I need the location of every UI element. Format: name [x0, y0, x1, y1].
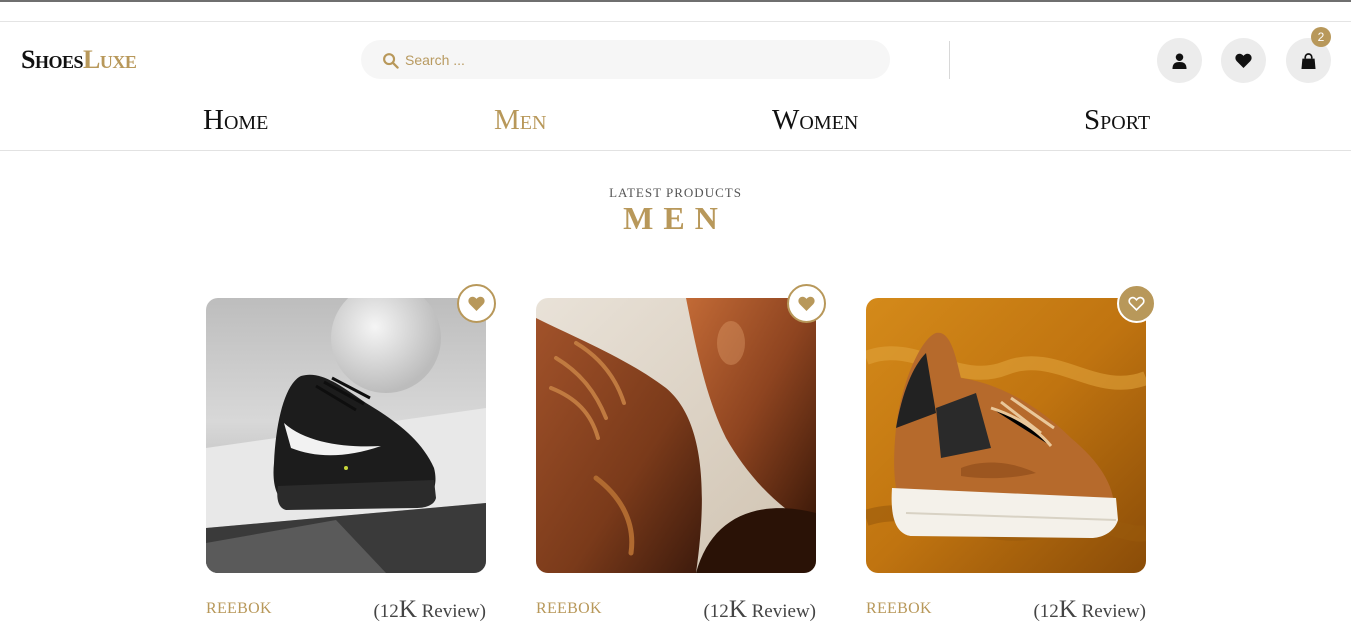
- product-image[interactable]: [866, 298, 1146, 573]
- heart-outline-icon: [1128, 296, 1145, 311]
- reviews-label: Review): [746, 601, 816, 622]
- reviews-open: (12: [703, 601, 729, 622]
- wishlist-button[interactable]: [1221, 38, 1266, 83]
- product-image[interactable]: [206, 298, 486, 573]
- reviews-unit: K: [728, 596, 747, 623]
- reviews-unit: K: [1058, 596, 1077, 623]
- favorite-button[interactable]: [457, 284, 496, 323]
- cart-count-badge: 2: [1311, 27, 1331, 47]
- section-kicker: LATEST PRODUCTS: [609, 185, 742, 200]
- heart-icon: [468, 296, 485, 311]
- nav-item-women[interactable]: Women: [772, 101, 858, 139]
- reviews-label: Review): [1076, 601, 1146, 622]
- reviews-open: (12: [373, 601, 399, 622]
- product-brand[interactable]: REEBOK: [536, 600, 602, 618]
- nav-item-men[interactable]: Men: [494, 101, 546, 139]
- site-logo[interactable]: ShoesLuxe: [21, 45, 137, 74]
- product-reviews: (12K Review): [703, 596, 816, 624]
- search-bar: [361, 40, 890, 79]
- nav-item-home[interactable]: Home: [203, 101, 268, 139]
- section-title: MEN: [623, 200, 728, 236]
- logo-main: Shoes: [21, 45, 83, 74]
- product-reviews: (12K Review): [373, 596, 486, 624]
- nav-divider: [0, 150, 1351, 151]
- reviews-open: (12: [1033, 601, 1059, 622]
- favorite-button[interactable]: [1117, 284, 1156, 323]
- product-brand[interactable]: REEBOK: [866, 600, 932, 618]
- product-card[interactable]: REEBOK (12K Review): [536, 284, 826, 623]
- top-border: [0, 0, 1351, 2]
- header-divider: [0, 21, 1351, 22]
- bag-icon: [1301, 52, 1316, 69]
- product-card[interactable]: REEBOK (12K Review): [866, 284, 1156, 623]
- main-nav: Home Men Women Sport: [0, 101, 1351, 141]
- search-input[interactable]: [405, 40, 875, 79]
- product-reviews: (12K Review): [1033, 596, 1146, 624]
- reviews-unit: K: [398, 596, 417, 623]
- logo-accent: Luxe: [82, 45, 137, 74]
- product-card[interactable]: REEBOK (12K Review): [206, 284, 496, 623]
- nav-item-sport[interactable]: Sport: [1084, 101, 1150, 139]
- account-button[interactable]: [1157, 38, 1202, 83]
- product-brand[interactable]: REEBOK: [206, 600, 272, 618]
- heart-icon: [798, 296, 815, 311]
- reviews-label: Review): [416, 601, 486, 622]
- search-icon[interactable]: [382, 52, 399, 69]
- heart-icon: [1235, 53, 1252, 68]
- user-icon: [1172, 53, 1187, 69]
- header-vertical-divider: [949, 41, 950, 79]
- product-image[interactable]: [536, 298, 816, 573]
- favorite-button[interactable]: [787, 284, 826, 323]
